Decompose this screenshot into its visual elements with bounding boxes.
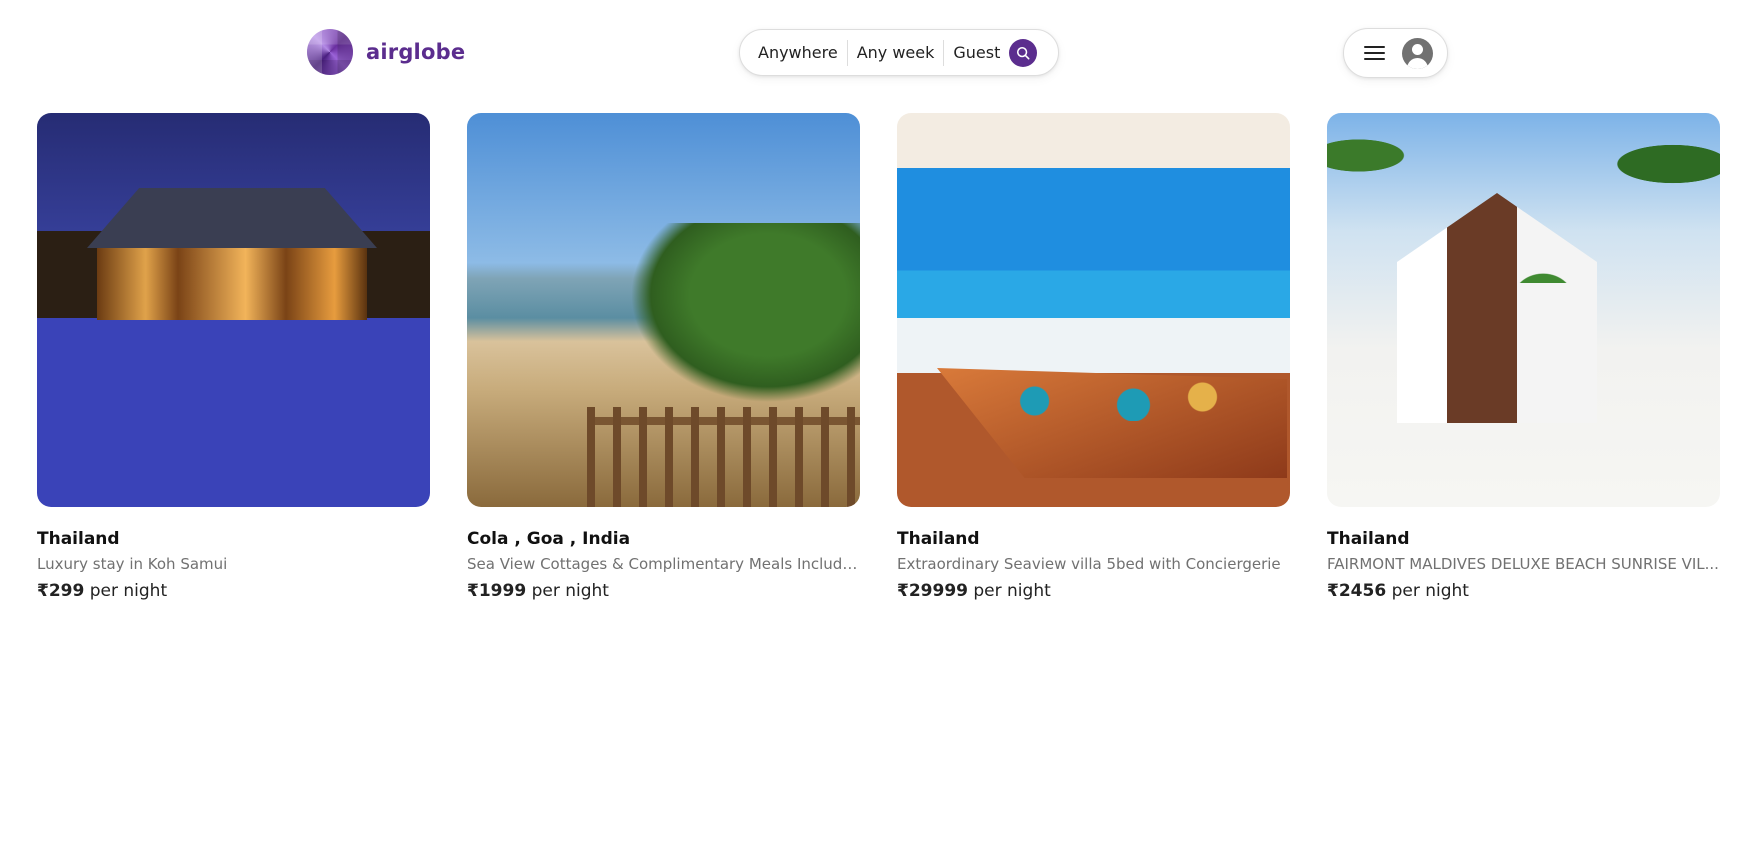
listing-photo[interactable] <box>467 113 860 507</box>
logo-link[interactable]: airglobe <box>307 29 465 75</box>
hamburger-icon <box>1364 46 1385 60</box>
listing-subtitle: Luxury stay in Koh Samui <box>37 555 228 573</box>
listing-price: ₹2456 per night <box>1327 581 1720 601</box>
search-icon <box>1017 46 1030 59</box>
listing-price-suffix: per night <box>1391 581 1469 601</box>
listings-grid: Thailand Luxury stay in Koh Samui ₹299 p… <box>37 113 1720 601</box>
search-guests[interactable]: Guest <box>953 43 1000 62</box>
listing-price: ₹29999 per night <box>897 581 1290 601</box>
logo-text: airglobe <box>366 40 466 64</box>
top-header: airglobe Anywhere Any week Guest <box>0 0 1755 100</box>
listing-photo[interactable] <box>1327 113 1720 507</box>
listing-price-suffix: per night <box>531 581 609 601</box>
listing-title: Thailand <box>37 529 120 549</box>
listing-price: ₹299 per night <box>37 581 430 601</box>
listing-card[interactable]: Thailand FAIRMONT MALDIVES DELUXE BEACH … <box>1327 113 1720 601</box>
divider <box>846 39 848 66</box>
listing-card[interactable]: Thailand Luxury stay in Koh Samui ₹299 p… <box>37 113 430 601</box>
listing-price-suffix: per night <box>973 581 1051 601</box>
listing-price-suffix: per night <box>89 581 168 601</box>
listing-title: Thailand <box>1327 529 1410 549</box>
listing-card[interactable]: Thailand Extraordinary Seaview villa 5be… <box>897 113 1290 601</box>
listing-price: ₹1999 per night <box>467 581 860 601</box>
divider <box>943 39 945 66</box>
user-menu-button[interactable] <box>1343 28 1448 78</box>
search-where[interactable]: Anywhere <box>758 43 838 62</box>
airglobe-logo-icon <box>307 29 353 75</box>
listing-price-amount: ₹1999 <box>467 581 527 601</box>
search-button[interactable] <box>1009 38 1038 67</box>
listing-price-amount: ₹299 <box>37 581 85 601</box>
listing-card[interactable]: Cola , Goa , India Sea View Cottages & C… <box>467 113 860 601</box>
search-when[interactable]: Any week <box>857 43 935 62</box>
listing-subtitle: FAIRMONT MALDIVES DELUXE BEACH SUNRISE V… <box>1327 555 1719 573</box>
listing-photo[interactable] <box>897 113 1290 507</box>
listing-title: Cola , Goa , India <box>467 529 631 549</box>
listing-subtitle: Extraordinary Seaview villa 5bed with Co… <box>897 555 1281 573</box>
listing-title: Thailand <box>897 529 980 549</box>
listing-photo[interactable] <box>37 113 430 507</box>
user-avatar-icon <box>1402 37 1433 69</box>
listing-subtitle: Sea View Cottages & Complimentary Meals … <box>467 555 860 573</box>
listing-price-amount: ₹2456 <box>1327 581 1387 601</box>
search-bar[interactable]: Anywhere Any week Guest <box>739 29 1059 76</box>
listing-price-amount: ₹29999 <box>897 581 968 601</box>
